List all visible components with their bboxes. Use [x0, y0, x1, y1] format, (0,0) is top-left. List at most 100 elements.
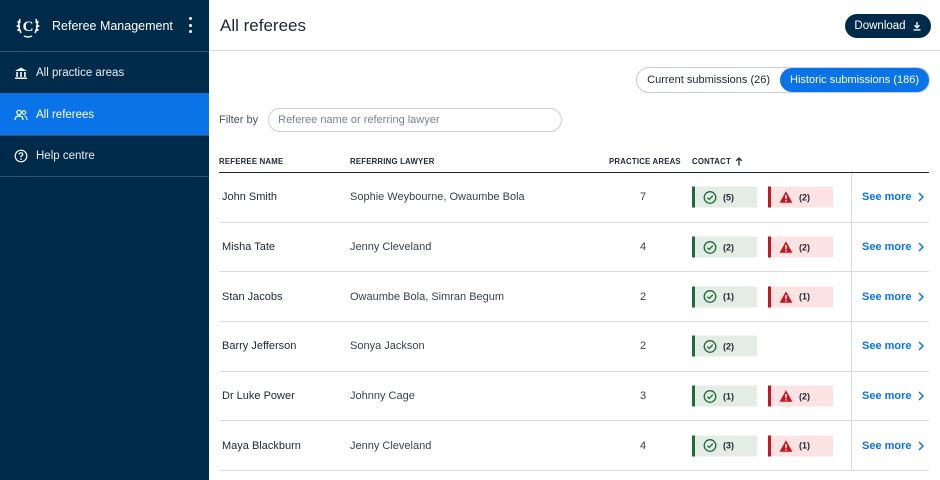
- sidebar-item-label: All referees: [36, 108, 95, 121]
- column-header-referring-lawyer: REFERRING LAWYER: [350, 157, 435, 166]
- chevron-right-icon: [918, 441, 924, 451]
- referring-lawyer: Jenny Cleveland: [350, 241, 432, 254]
- see-more-link[interactable]: See more: [851, 222, 929, 272]
- contact-success-badge[interactable]: (1): [692, 385, 757, 407]
- practice-areas-count: 3: [640, 390, 647, 403]
- logo[interactable]: C: [12, 10, 44, 42]
- see-more-link[interactable]: See more: [851, 371, 929, 421]
- main-content: All referees Download Current submission…: [209, 0, 940, 480]
- chevron-right-icon: [918, 341, 924, 351]
- sidebar-item-all-referees[interactable]: All referees: [0, 93, 209, 135]
- check-circle-icon: [703, 190, 717, 204]
- contact-success-badge[interactable]: (2): [692, 335, 757, 357]
- check-circle-icon: [703, 240, 717, 254]
- success-count: (5): [723, 192, 734, 203]
- see-more-label: See more: [862, 241, 912, 254]
- see-more-link[interactable]: See more: [851, 272, 929, 322]
- download-button[interactable]: Download: [845, 14, 931, 38]
- check-circle-icon: [703, 290, 717, 304]
- contact-success-badge[interactable]: (1): [692, 286, 757, 308]
- more-options-icon[interactable]: [187, 17, 193, 33]
- referee-name: Stan Jacobs: [222, 290, 283, 303]
- page-header: All referees Download: [209, 0, 940, 51]
- referring-lawyer: Owaumbe Bola, Simran Begum: [350, 290, 505, 303]
- practice-areas-count: 7: [640, 191, 647, 204]
- contact-success-badge[interactable]: (3): [692, 435, 757, 457]
- see-more-link[interactable]: See more: [851, 322, 929, 371]
- column-header-contact-label: CONTACT: [692, 157, 731, 166]
- filter-bar: Filter by: [219, 108, 563, 132]
- contact-warning-badge[interactable]: (1): [768, 286, 833, 308]
- table-body: John Smith Sophie Weybourne, Owaumbe Bol…: [219, 173, 929, 472]
- table-row: Stan Jacobs Owaumbe Bola, Simran Begum 2…: [219, 272, 929, 323]
- svg-text:C: C: [23, 19, 34, 35]
- check-circle-icon: [703, 389, 717, 403]
- practice-areas-count: 4: [640, 439, 647, 452]
- warning-triangle-icon: [779, 240, 793, 254]
- warning-count: (1): [799, 291, 810, 302]
- check-circle-icon: [703, 339, 717, 353]
- download-label: Download: [854, 20, 906, 32]
- check-circle-icon: [703, 439, 717, 453]
- referee-name: Dr Luke Power: [222, 390, 295, 403]
- warning-triangle-icon: [779, 439, 793, 453]
- sort-ascending-icon: [735, 157, 743, 166]
- contact-warning-badge[interactable]: (2): [768, 186, 833, 208]
- column-header-contact[interactable]: CONTACT: [692, 157, 743, 166]
- chevron-right-icon: [918, 391, 924, 401]
- filter-input[interactable]: [268, 108, 563, 132]
- success-count: (3): [723, 440, 734, 451]
- success-count: (1): [723, 291, 734, 302]
- users-icon: [14, 108, 28, 122]
- sidebar-item-label: All practice areas: [36, 66, 125, 79]
- sidebar-item-all-practice-areas[interactable]: All practice areas: [0, 51, 209, 93]
- brand-header: C Referee Management: [0, 0, 209, 51]
- see-more-link[interactable]: See more: [851, 421, 929, 471]
- referring-lawyer: Sophie Weybourne, Owaumbe Bola: [350, 191, 525, 204]
- referring-lawyer: Sonya Jackson: [350, 340, 425, 353]
- submission-tabs: Current submissions (26) Historic submis…: [636, 67, 930, 93]
- contact-warning-badge[interactable]: (1): [768, 435, 833, 457]
- warning-count: (2): [799, 391, 810, 402]
- referring-lawyer: Johnny Cage: [350, 390, 415, 403]
- table-row: Dr Luke Power Johnny Cage 3 (1) (2) See …: [219, 371, 929, 422]
- warning-count: (2): [799, 192, 810, 203]
- see-more-label: See more: [862, 340, 912, 353]
- see-more-label: See more: [862, 191, 912, 204]
- column-header-referee-name: REFEREE NAME: [219, 157, 284, 166]
- contact-warning-badge[interactable]: (2): [768, 385, 833, 407]
- see-more-link[interactable]: See more: [851, 173, 929, 222]
- chevron-right-icon: [918, 192, 924, 202]
- table-row: Maya Blackburn Jenny Cleveland 4 (3) (1)…: [219, 421, 929, 472]
- referee-name: Misha Tate: [222, 241, 275, 254]
- laurel-logo-icon: C: [16, 18, 40, 38]
- sidebar: C Referee Management All practice areas …: [0, 0, 209, 480]
- practice-areas-count: 2: [640, 340, 647, 353]
- warning-count: (1): [799, 440, 810, 451]
- download-icon: [912, 21, 922, 31]
- referee-name: John Smith: [222, 191, 278, 204]
- warning-triangle-icon: [779, 290, 793, 304]
- referee-name: Maya Blackburn: [222, 439, 301, 452]
- help-icon: [14, 149, 28, 163]
- contact-warning-badge[interactable]: (2): [768, 236, 833, 258]
- table-header: REFEREE NAME REFERRING LAWYER PRACTICE A…: [219, 150, 929, 173]
- tab-current-submissions[interactable]: Current submissions (26): [637, 68, 780, 92]
- table-row: John Smith Sophie Weybourne, Owaumbe Bol…: [219, 173, 929, 223]
- sidebar-item-help-centre[interactable]: Help centre: [0, 135, 209, 177]
- success-count: (2): [723, 341, 734, 352]
- tab-historic-submissions[interactable]: Historic submissions (186): [780, 68, 929, 92]
- sidebar-item-label: Help centre: [36, 150, 95, 162]
- success-count: (1): [723, 391, 734, 402]
- practice-areas-count: 2: [640, 290, 647, 303]
- see-more-label: See more: [862, 390, 912, 403]
- see-more-label: See more: [862, 290, 912, 303]
- contact-success-badge[interactable]: (2): [692, 236, 757, 258]
- see-more-label: See more: [862, 439, 912, 452]
- table-row: Misha Tate Jenny Cleveland 4 (2) (2) See…: [219, 222, 929, 273]
- chevron-right-icon: [918, 292, 924, 302]
- referees-table: REFEREE NAME REFERRING LAWYER PRACTICE A…: [219, 150, 929, 472]
- chevron-right-icon: [918, 242, 924, 252]
- app-title: Referee Management: [52, 18, 173, 33]
- contact-success-badge[interactable]: (5): [692, 186, 757, 208]
